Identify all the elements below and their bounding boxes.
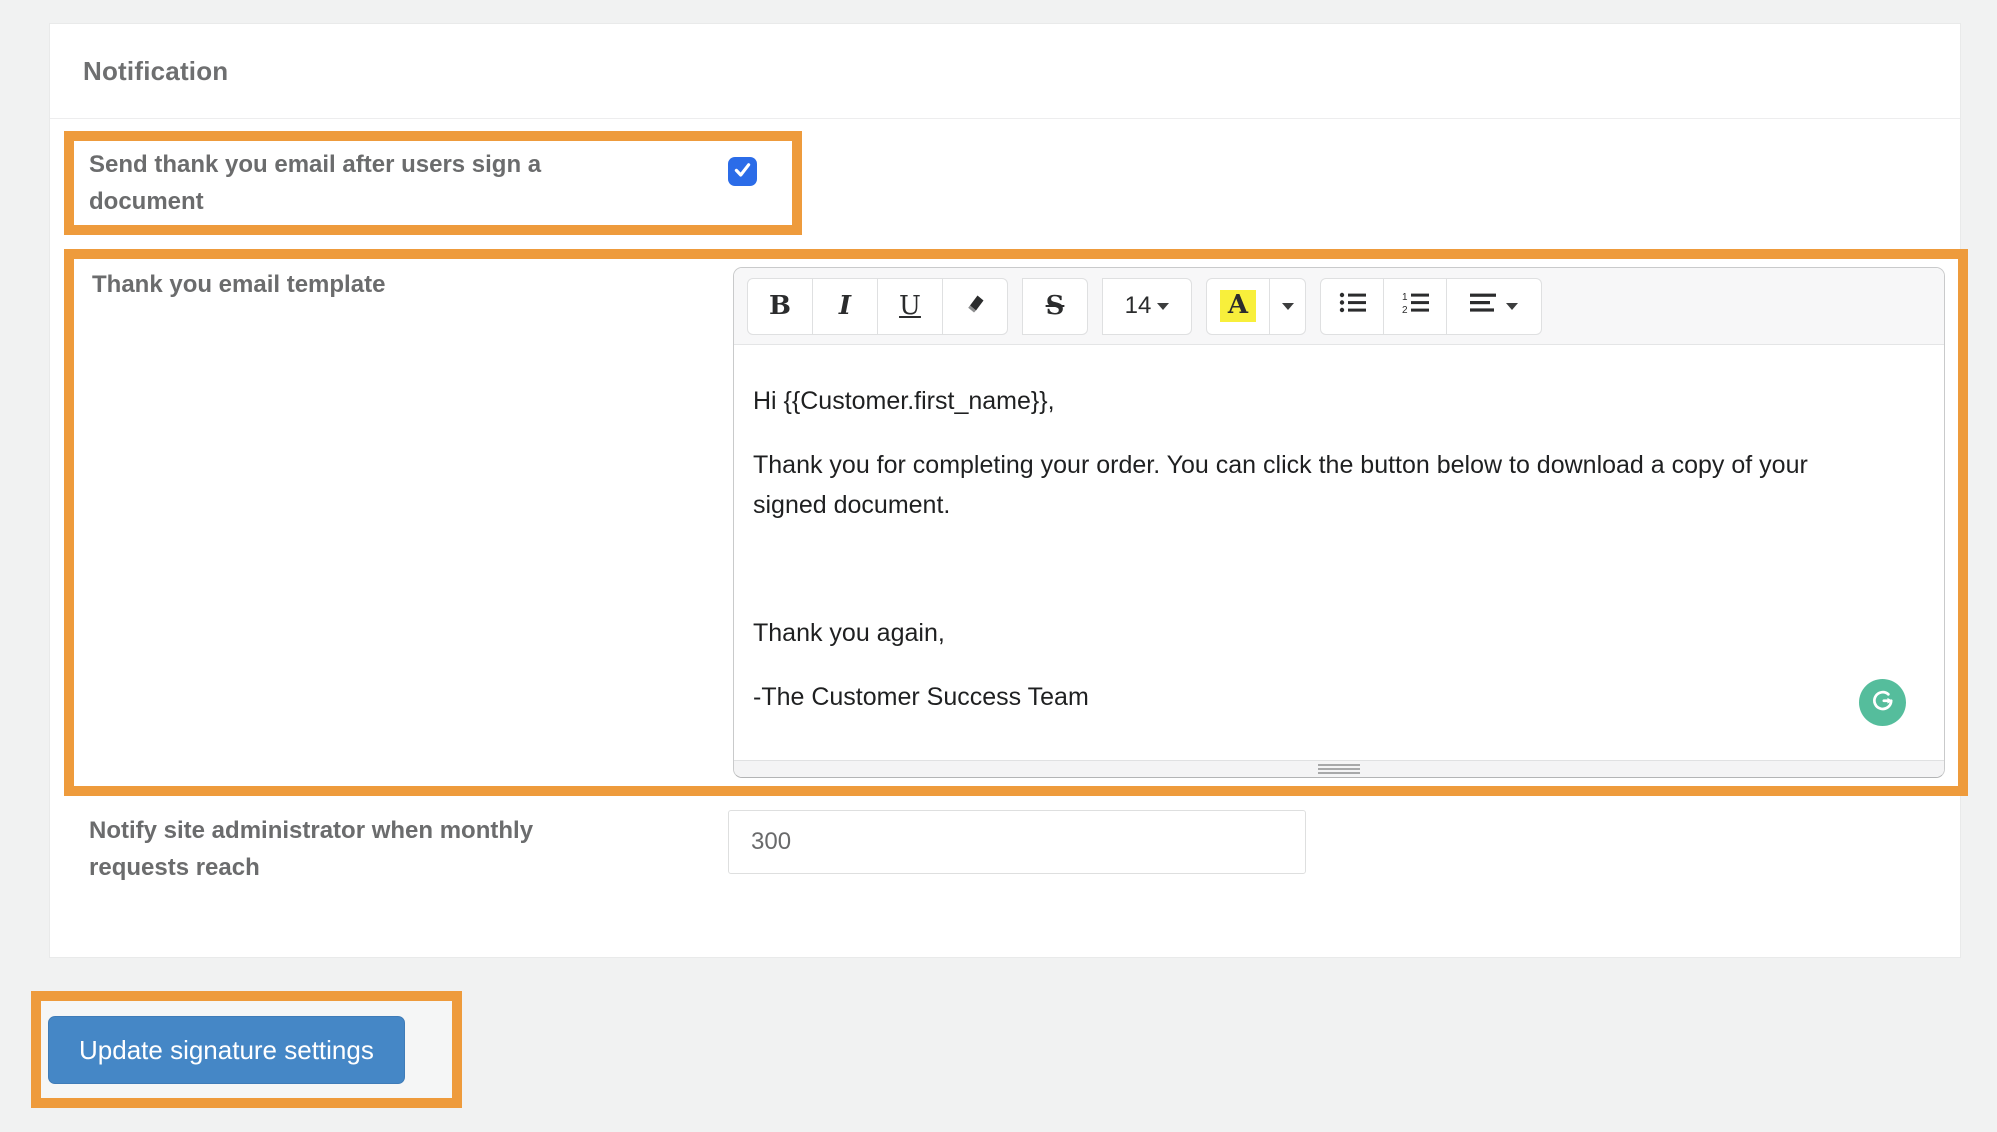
caret-down-icon — [1282, 303, 1294, 310]
svg-text:1: 1 — [1402, 292, 1408, 303]
text-color-button[interactable]: A — [1206, 278, 1270, 335]
email-greeting: Hi {{Customer.first_name}}, — [753, 381, 1888, 421]
list-align-group: 1 2 — [1320, 278, 1542, 335]
template-label: Thank you email template — [92, 266, 652, 303]
font-size-dropdown[interactable]: 14 — [1102, 278, 1192, 335]
send-thank-you-checkbox[interactable] — [728, 157, 757, 186]
settings-page: Notification Send thank you email after … — [0, 0, 1997, 1132]
clear-formatting-button[interactable] — [942, 278, 1008, 335]
grammarly-icon — [1866, 684, 1899, 722]
monthly-requests-label: Notify site administrator when monthly r… — [89, 812, 629, 886]
update-signature-settings-button[interactable]: Update signature settings — [48, 1016, 405, 1084]
email-closing: Thank you again, — [753, 613, 1888, 653]
bold-button[interactable]: B — [747, 278, 813, 335]
numbered-list-button[interactable]: 1 2 — [1383, 278, 1447, 335]
editor-statusbar — [734, 760, 1944, 777]
font-size-group: 14 — [1102, 278, 1192, 335]
italic-button[interactable]: I — [812, 278, 878, 335]
resize-grip-icon[interactable] — [1318, 764, 1360, 774]
align-icon — [1470, 291, 1496, 321]
email-signature: -The Customer Success Team — [753, 677, 1888, 717]
editor-toolbar: B I U S 14 — [734, 268, 1944, 345]
email-template-content[interactable]: Hi {{Customer.first_name}}, Thank you fo… — [734, 345, 1944, 762]
strikethrough-button[interactable]: S — [1022, 278, 1088, 335]
text-color-dropdown[interactable] — [1269, 278, 1306, 335]
email-blank-line — [753, 549, 1925, 613]
caret-down-icon — [1506, 303, 1518, 310]
email-body: Thank you for completing your order. You… — [753, 445, 1888, 525]
font-size-value: 14 — [1125, 292, 1152, 320]
text-color-group: A — [1206, 278, 1306, 335]
paragraph-align-button[interactable] — [1446, 278, 1542, 335]
underline-button[interactable]: U — [877, 278, 943, 335]
bullet-list-icon — [1339, 291, 1366, 321]
bullet-list-button[interactable] — [1320, 278, 1384, 335]
monthly-requests-input[interactable] — [728, 810, 1306, 874]
page-title: Notification — [83, 56, 228, 87]
card-header: Notification — [50, 24, 1960, 119]
grammarly-badge[interactable] — [1859, 679, 1906, 726]
numbered-list-icon: 1 2 — [1402, 291, 1429, 322]
caret-down-icon — [1157, 303, 1169, 310]
eraser-icon — [962, 290, 988, 323]
email-template-editor: B I U S 14 — [733, 267, 1945, 778]
svg-text:2: 2 — [1402, 305, 1408, 315]
checkmark-icon — [732, 159, 753, 185]
send-thank-you-label: Send thank you email after users sign a … — [89, 146, 629, 220]
highlighted-letter: A — [1220, 290, 1256, 323]
strikethrough-group: S — [1022, 278, 1088, 335]
font-style-group: B I U — [747, 278, 1008, 335]
